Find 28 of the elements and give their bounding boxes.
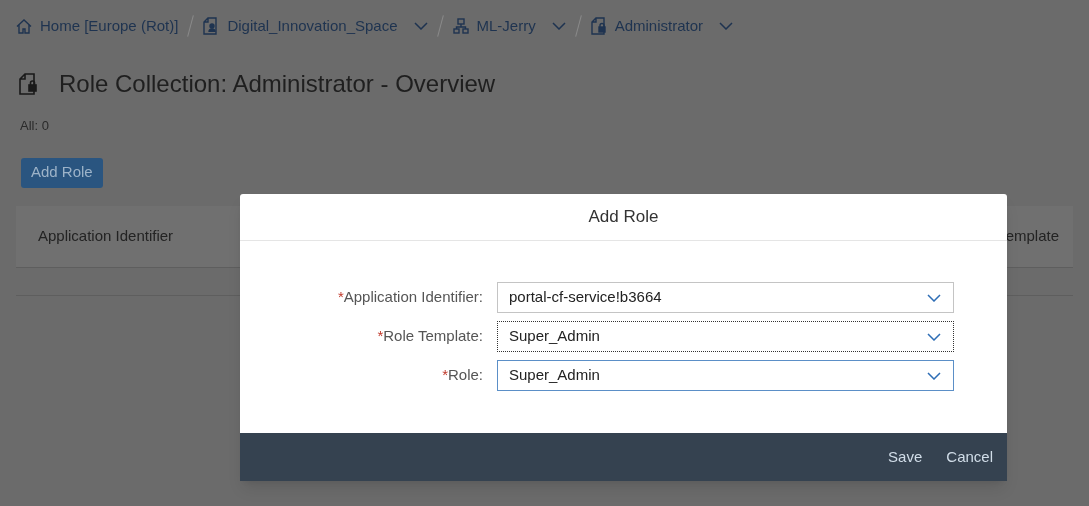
column-header: emplate bbox=[1005, 225, 1059, 246]
field-label: Role Template: bbox=[383, 326, 484, 347]
chevron-down-icon bbox=[719, 22, 734, 30]
chevron-down-icon bbox=[551, 22, 566, 30]
required-marker: * bbox=[337, 287, 344, 308]
dropdown-field[interactable]: Super_Admin bbox=[497, 360, 954, 391]
field-label: Role: bbox=[447, 365, 484, 386]
column-header: Application Identifier bbox=[38, 225, 174, 246]
home-icon bbox=[16, 18, 32, 34]
dropdown-field[interactable]: portal-cf-service!b3664 bbox=[497, 282, 954, 313]
dialog-title: Add Role bbox=[240, 194, 1007, 241]
field-label: Application Identifier: bbox=[343, 287, 484, 308]
dropdown-field[interactable]: Super_Admin bbox=[497, 321, 954, 352]
chevron-down-icon bbox=[413, 22, 428, 30]
locked-document-icon bbox=[19, 73, 39, 95]
chevron-down-icon bbox=[927, 332, 941, 341]
chevron-down-icon bbox=[927, 371, 941, 380]
page-title: Role Collection: Administrator - Overview bbox=[59, 69, 496, 99]
add-role-button[interactable]: Add Role bbox=[21, 157, 103, 188]
locked-document-icon bbox=[590, 17, 607, 35]
dialog-button[interactable]: Save bbox=[880, 441, 931, 473]
dialog-button[interactable]: Cancel bbox=[938, 441, 1001, 473]
hierarchy-icon bbox=[452, 18, 469, 34]
chevron-down-icon bbox=[927, 293, 941, 302]
required-marker: * bbox=[377, 326, 384, 347]
required-marker: * bbox=[442, 365, 448, 386]
document-person-icon bbox=[203, 17, 220, 35]
item-count: All: 0 bbox=[20, 117, 50, 135]
